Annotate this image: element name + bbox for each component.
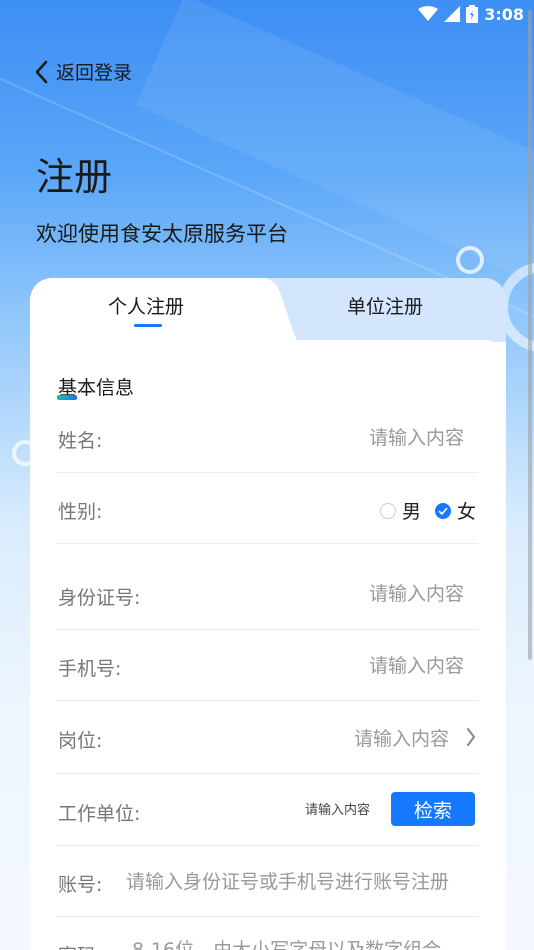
chevron-left-icon	[35, 60, 48, 83]
tab-curve	[238, 278, 298, 342]
position-select[interactable]: 请输入内容	[354, 724, 449, 751]
form-row-id-number: 身份证号: 请输入内容	[56, 544, 478, 630]
tab-personal-registration[interactable]: 个人注册	[108, 292, 184, 319]
section-title-accent	[57, 395, 77, 400]
scrollbar[interactable]	[528, 10, 532, 660]
gender-option-male[interactable]: 男	[380, 497, 421, 524]
chevron-right-icon	[467, 728, 475, 746]
id-number-label: 身份证号:	[58, 587, 141, 609]
form-row-account: 账号: 请输入身份证号或手机号进行账号注册	[56, 846, 478, 917]
search-button[interactable]: 检索	[391, 792, 475, 826]
form-row-name: 姓名: 请输入内容	[56, 402, 478, 473]
battery-icon	[466, 5, 479, 23]
gender-label: 性别:	[58, 501, 103, 523]
status-bar: 3:08	[0, 0, 534, 28]
wifi-icon	[418, 6, 439, 21]
account-label: 账号:	[58, 874, 103, 896]
back-to-login-button[interactable]: 返回登录	[34, 58, 132, 85]
form-row-password: 密码: 8-16位，由大小写字母以及数字组合	[56, 917, 478, 950]
gender-option-female[interactable]: 女	[435, 497, 476, 524]
form-row-position[interactable]: 岗位: 请输入内容	[56, 701, 478, 774]
radio-unchecked-icon	[380, 502, 396, 519]
position-label: 岗位:	[58, 730, 103, 752]
signal-icon	[444, 6, 461, 22]
radio-checked-icon	[435, 502, 451, 519]
phone-label: 手机号:	[58, 658, 122, 680]
back-label: 返回登录	[56, 62, 133, 84]
status-time: 3:08	[484, 4, 524, 24]
tab-unit-registration[interactable]: 单位注册	[347, 292, 423, 319]
name-input[interactable]: 请输入内容	[369, 423, 464, 450]
work-unit-label: 工作单位:	[58, 803, 141, 825]
id-number-input[interactable]: 请输入内容	[369, 579, 464, 606]
form-row-phone: 手机号: 请输入内容	[56, 630, 478, 701]
account-input[interactable]: 请输入身份证号或手机号进行账号注册	[126, 867, 449, 894]
active-tab-indicator	[134, 324, 162, 327]
name-label: 姓名:	[58, 430, 103, 452]
password-input[interactable]: 8-16位，由大小写字母以及数字组合	[132, 935, 441, 950]
phone-input[interactable]: 请输入内容	[369, 651, 464, 678]
work-unit-input[interactable]: 请输入内容	[305, 799, 370, 818]
password-label: 密码:	[58, 941, 102, 950]
page-title: 注册	[36, 155, 113, 199]
page-subtitle: 欢迎使用食安太原服务平台	[36, 222, 288, 246]
